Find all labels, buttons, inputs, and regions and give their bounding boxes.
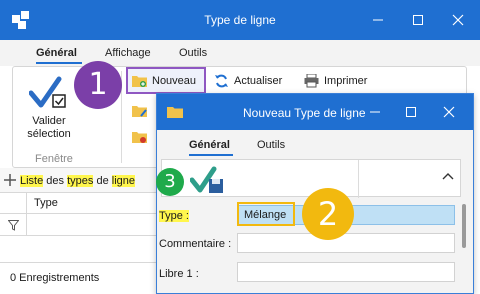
main-titlebar: Type de ligne xyxy=(0,0,480,40)
maximize-icon xyxy=(406,107,416,117)
minimize-icon xyxy=(373,19,383,21)
status-bar: 0 Enregistrements xyxy=(0,262,160,294)
imprimer-label: Imprimer xyxy=(324,75,368,87)
dialog-tab-bar: Général Outils xyxy=(157,130,473,158)
close-icon xyxy=(452,14,464,26)
dialog-close-button[interactable] xyxy=(437,100,461,124)
title-word-liste: Liste xyxy=(20,175,44,187)
close-button[interactable] xyxy=(446,8,470,32)
validate-selection-button[interactable]: Valider sélection xyxy=(17,115,81,141)
callout-badge-3: 3 xyxy=(156,168,184,196)
list-header: Liste des types de ligne xyxy=(0,168,160,192)
new-folder-icon xyxy=(132,76,147,87)
printer-icon xyxy=(304,74,319,88)
title-word-de: de xyxy=(93,175,112,187)
ribbon-group-label: Fenêtre xyxy=(35,153,73,165)
tab-general[interactable]: Général xyxy=(36,47,77,59)
refresh-icon xyxy=(215,74,228,88)
title-word-ligne: ligne xyxy=(111,175,136,187)
validate-selection-icon xyxy=(29,76,66,108)
folder-icon xyxy=(167,107,183,118)
column-type-header[interactable]: Type xyxy=(34,197,58,209)
field-label-commentaire: Commentaire : xyxy=(159,238,232,250)
dialog-title: Nouveau Type de ligne xyxy=(243,106,366,120)
field-label-type: Type : xyxy=(159,210,189,222)
imprimer-button[interactable]: Imprimer xyxy=(300,70,390,92)
filter-icon[interactable] xyxy=(8,220,19,231)
actualiser-button[interactable]: Actualiser xyxy=(210,70,296,92)
grid-filter-row xyxy=(0,214,160,236)
actualiser-label: Actualiser xyxy=(234,75,283,87)
type-callout-frame xyxy=(237,202,295,226)
title-word-des: des xyxy=(43,175,68,187)
dialog-ribbon-separator xyxy=(358,160,359,198)
list-title: Liste des types de ligne xyxy=(20,175,136,187)
dialog-tab-general[interactable]: Général xyxy=(189,139,230,151)
grid-column-divider xyxy=(26,192,27,236)
tab-outils[interactable]: Outils xyxy=(179,47,207,59)
dialog-ribbon xyxy=(161,159,461,198)
list-grid-icon xyxy=(4,174,16,186)
commentaire-field[interactable] xyxy=(237,233,455,253)
libre1-field[interactable] xyxy=(237,262,455,282)
dialog-maximize-button[interactable] xyxy=(399,100,423,124)
main-tab-bar: Général Affichage Outils xyxy=(0,40,480,66)
callout-badge-2: 2 xyxy=(302,188,354,240)
maximize-icon xyxy=(413,15,423,25)
minimize-button[interactable] xyxy=(366,8,390,32)
nouveau-button[interactable]: Nouveau xyxy=(128,70,204,92)
active-tab-indicator xyxy=(36,62,82,64)
title-word-types: types xyxy=(67,175,94,187)
field-label-libre1: Libre 1 : xyxy=(159,268,199,280)
dialog-minimize-button[interactable] xyxy=(363,100,387,124)
delete-folder-icon[interactable] xyxy=(132,130,147,144)
tab-affichage[interactable]: Affichage xyxy=(105,47,151,59)
minimize-icon xyxy=(370,111,380,113)
nouveau-label: Nouveau xyxy=(152,75,197,87)
edit-folder-icon[interactable] xyxy=(132,104,147,118)
close-icon xyxy=(443,106,455,118)
dialog-titlebar: Nouveau Type de ligne xyxy=(157,94,473,130)
dialog-active-tab-indicator xyxy=(189,154,233,156)
validate-save-icon[interactable] xyxy=(190,166,226,194)
maximize-button[interactable] xyxy=(406,8,430,32)
grid-column-header: Type xyxy=(0,192,160,214)
dialog-scrollbar[interactable] xyxy=(462,204,466,248)
record-count: 0 Enregistrements xyxy=(10,272,100,284)
dialog-tab-outils[interactable]: Outils xyxy=(257,139,285,151)
callout-badge-1: 1 xyxy=(74,61,122,109)
chevron-up-icon[interactable] xyxy=(442,172,454,180)
